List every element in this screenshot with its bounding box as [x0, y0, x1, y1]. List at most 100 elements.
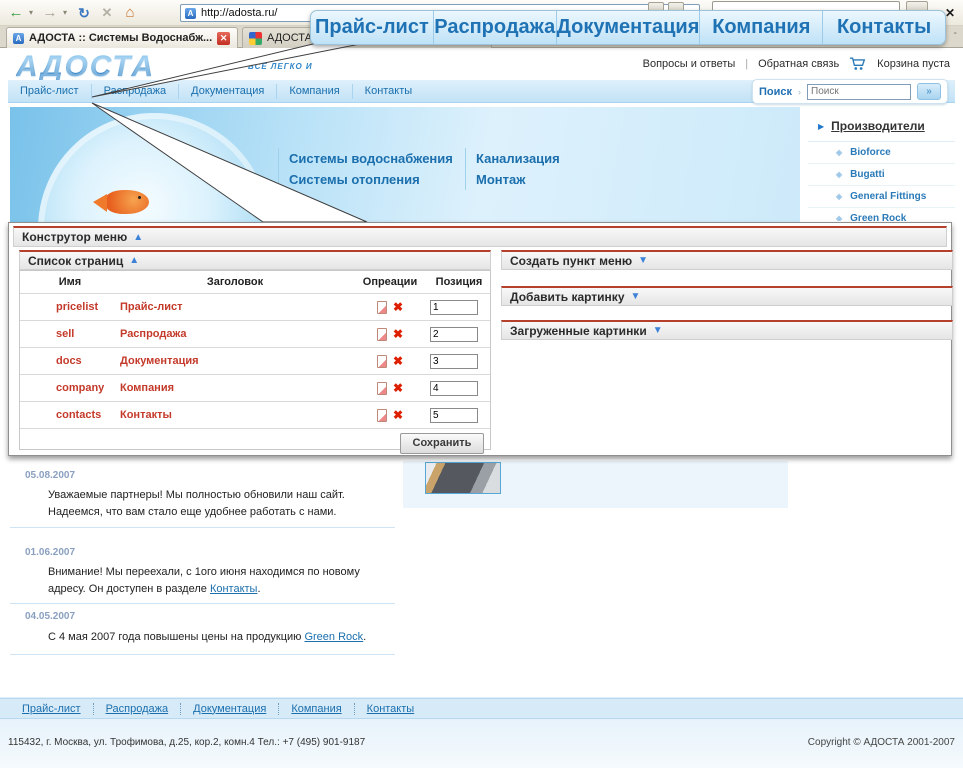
chevron-right-icon: ›	[798, 87, 801, 97]
banner-link-heating[interactable]: Системы отопления	[289, 169, 453, 190]
edit-icon[interactable]	[377, 409, 387, 422]
nav-item-pricelist[interactable]: Прайс-лист	[8, 84, 91, 99]
fishbowl-image	[38, 113, 270, 222]
stop-icon[interactable]: ✕	[97, 4, 117, 22]
search-go-button[interactable]: »	[917, 83, 941, 100]
feedback-link[interactable]: Обратная связь	[758, 58, 839, 70]
reload-icon[interactable]: ↻	[74, 4, 94, 22]
delete-icon[interactable]: ✖	[393, 382, 403, 394]
delete-icon[interactable]: ✖	[393, 355, 403, 367]
news-date: 04.05.2007	[25, 611, 75, 622]
faq-link[interactable]: Вопросы и ответы	[643, 58, 736, 70]
page-name-link[interactable]: sell	[20, 328, 120, 340]
collapse-down-icon[interactable]: ▼	[638, 255, 648, 266]
save-button[interactable]: Сохранить	[400, 433, 484, 454]
banner-link-install[interactable]: Монтаж	[476, 169, 560, 190]
footer-link-sell[interactable]: Распродажа	[93, 703, 181, 715]
sidebar-item-bugatti[interactable]: ◈ Bugatti	[808, 164, 955, 186]
page-name-link[interactable]: company	[20, 382, 120, 394]
news-date: 05.08.2007	[25, 470, 75, 481]
window-close-icon[interactable]: ✕	[945, 6, 955, 20]
callout-item-company[interactable]: Компания	[699, 11, 822, 44]
banner-link-water[interactable]: Системы водоснабжения	[289, 148, 453, 169]
product-highlight-box	[403, 461, 788, 508]
nav-item-docs[interactable]: Документация	[178, 84, 276, 99]
cart-icon[interactable]	[849, 57, 867, 71]
callout-item-docs[interactable]: Документация	[556, 11, 700, 44]
position-input[interactable]	[430, 381, 478, 396]
news-link-green-rock[interactable]: Green Rock	[304, 631, 363, 643]
page-title-link[interactable]: Распродажа	[120, 328, 350, 340]
pages-table: Имя Заголовок Опреации Позиция pricelist…	[19, 270, 491, 450]
page-title-link[interactable]: Компания	[120, 382, 350, 394]
tab1-close-icon[interactable]: ✕	[217, 32, 230, 45]
url-text[interactable]: http://adosta.ru/	[201, 7, 277, 19]
nav-item-company[interactable]: Компания	[276, 84, 351, 99]
home-icon[interactable]: ⌂	[120, 4, 140, 22]
product-thumbnail[interactable]	[425, 462, 501, 494]
nav-item-contacts[interactable]: Контакты	[352, 84, 425, 99]
collapse-up-icon[interactable]: ▲	[133, 232, 143, 243]
delete-icon[interactable]: ✖	[393, 409, 403, 421]
footer-link-contacts[interactable]: Контакты	[354, 703, 427, 715]
edit-icon[interactable]	[377, 382, 387, 395]
forward-dropdown-icon[interactable]: ▾	[63, 8, 71, 17]
callout-item-contacts[interactable]: Контакты	[822, 11, 945, 44]
footer-link-pricelist[interactable]: Прайс-лист	[10, 703, 93, 715]
back-icon[interactable]: ←	[6, 4, 26, 22]
forward-icon[interactable]: →	[40, 4, 60, 22]
position-input[interactable]	[430, 300, 478, 315]
page-title-link[interactable]: Документация	[120, 355, 350, 367]
footer-link-docs[interactable]: Документация	[180, 703, 278, 715]
nav-item-sell[interactable]: Распродажа	[91, 84, 179, 99]
collapse-up-icon[interactable]: ▲	[129, 255, 139, 266]
page-name-link[interactable]: contacts	[20, 409, 120, 421]
pages-list-header[interactable]: Список страниц ▲	[19, 250, 491, 270]
site-logo[interactable]: АДОСТА	[16, 50, 155, 84]
banner-link-sewage[interactable]: Канализация	[476, 148, 560, 169]
panel-title-bar[interactable]: Конструтор меню ▲	[13, 226, 947, 247]
section-create-menu-item[interactable]: Создать пункт меню ▼	[501, 250, 953, 270]
footer-link-company[interactable]: Компания	[278, 703, 353, 715]
page-name-link[interactable]: pricelist	[20, 301, 120, 313]
callout-item-sell[interactable]: Распродажа	[433, 11, 556, 44]
page-name-link[interactable]: docs	[20, 355, 120, 367]
collapse-down-icon[interactable]: ▼	[653, 325, 663, 336]
window-minimize-icon[interactable]: -	[953, 27, 957, 39]
search-input[interactable]	[807, 84, 911, 100]
position-input[interactable]	[430, 408, 478, 423]
delete-icon[interactable]: ✖	[393, 328, 403, 340]
sidebar-item-bioforce[interactable]: ◈ Bioforce	[808, 142, 955, 164]
page-title-link[interactable]: Контакты	[120, 409, 350, 421]
position-input[interactable]	[430, 327, 478, 342]
back-dropdown-icon[interactable]: ▾	[29, 8, 37, 17]
section-uploaded-pictures[interactable]: Загруженные картинки ▼	[501, 320, 953, 340]
mfr-label[interactable]: General Fittings	[850, 191, 926, 202]
header-separator: |	[745, 58, 748, 70]
collapse-down-icon[interactable]: ▼	[631, 291, 641, 302]
news-text: С 4 мая 2007 года повышены цены на проду…	[48, 629, 396, 646]
manufacturers-sidebar: ▶ Производители ◈ Bioforce ◈ Bugatti ◈ G…	[808, 107, 955, 221]
manufacturers-title-label[interactable]: Производители	[831, 119, 925, 133]
mfr-label[interactable]: Bugatti	[850, 169, 884, 180]
edit-icon[interactable]	[377, 328, 387, 341]
edit-icon[interactable]	[377, 301, 387, 314]
table-row: pricelist Прайс-лист ✖	[20, 293, 490, 320]
save-row: Сохранить	[20, 428, 490, 457]
mfr-label[interactable]: Green Rock	[850, 213, 906, 221]
mfr-label[interactable]: Bioforce	[850, 147, 891, 158]
delete-icon[interactable]: ✖	[393, 301, 403, 313]
banner-links-col2: Канализация Монтаж	[465, 148, 560, 190]
sidebar-item-green-rock[interactable]: ◈ Green Rock	[808, 208, 955, 221]
news-link-contacts[interactable]: Контакты	[210, 583, 258, 595]
cart-status[interactable]: Корзина пуста	[877, 58, 950, 70]
edit-icon[interactable]	[377, 355, 387, 368]
callout-item-pricelist[interactable]: Прайс-лист	[311, 11, 433, 44]
position-input[interactable]	[430, 354, 478, 369]
sidebar-item-general-fittings[interactable]: ◈ General Fittings	[808, 186, 955, 208]
page-title-link[interactable]: Прайс-лист	[120, 301, 350, 313]
manufacturers-title[interactable]: ▶ Производители	[808, 107, 955, 142]
pages-list-title: Список страниц	[28, 254, 123, 268]
tab-adosta-site[interactable]: A АДОСТА :: Системы Водоснабж... ✕	[6, 27, 238, 48]
section-add-picture[interactable]: Добавить картинку ▼	[501, 286, 953, 306]
